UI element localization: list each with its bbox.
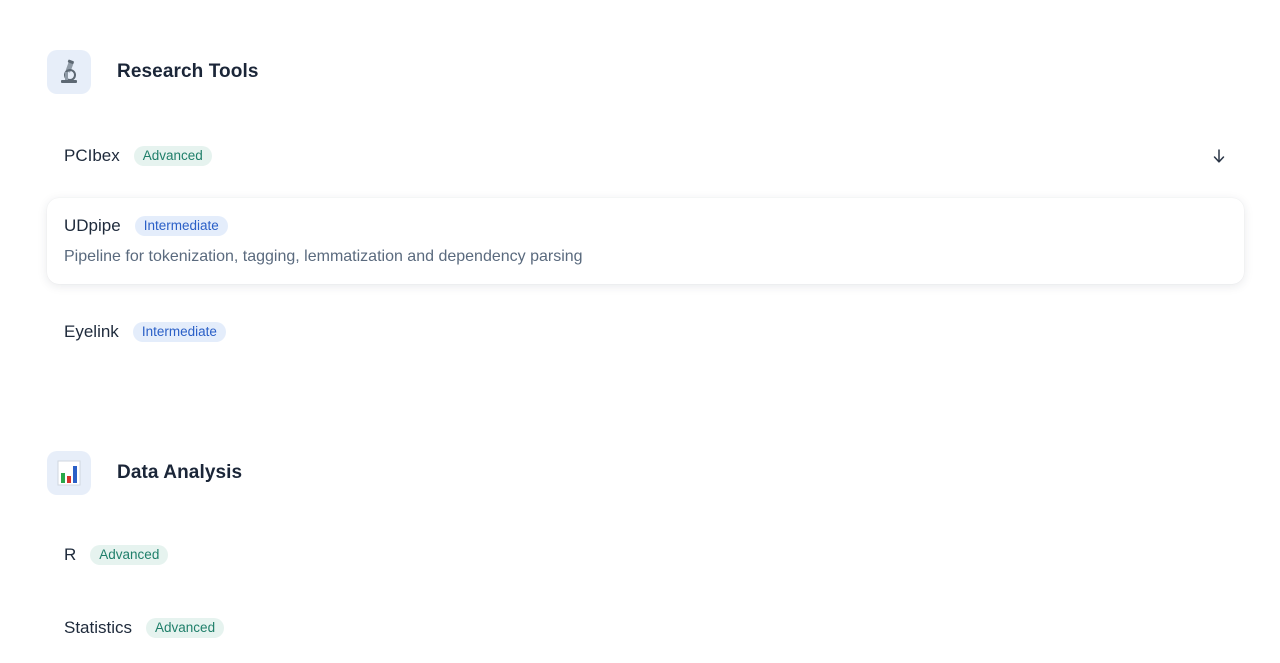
section-title: Data Analysis — [117, 462, 243, 483]
skill-item-r[interactable]: R Advanced — [47, 544, 1244, 566]
section-header: Research Tools — [47, 50, 1244, 94]
bar-chart-icon — [47, 451, 91, 495]
skill-name: R — [64, 545, 77, 564]
skill-level-badge: Advanced — [146, 618, 225, 638]
section-data-analysis: Data Analysis R Advanced Statistics Adva… — [47, 451, 1244, 663]
skill-item-eyelink[interactable]: Eyelink Intermediate — [47, 321, 1244, 343]
arrow-down-icon[interactable] — [1212, 145, 1226, 167]
section-title: Research Tools — [117, 61, 259, 82]
skill-item-pcibex[interactable]: PCIbex Advanced — [47, 145, 1244, 167]
section-research-tools: Research Tools PCIbex Advanced UDpipe In… — [47, 50, 1244, 350]
skill-name: Statistics — [64, 618, 133, 637]
skill-level-badge: Advanced — [133, 146, 212, 166]
skill-name: PCIbex — [64, 146, 120, 165]
skill-level-badge: Intermediate — [134, 216, 228, 236]
skill-item-statistics[interactable]: Statistics Advanced — [47, 617, 1244, 639]
section-header: Data Analysis — [47, 451, 1244, 495]
skills-page: Research Tools PCIbex Advanced UDpipe In… — [0, 0, 1280, 663]
skill-name: Eyelink — [64, 322, 119, 341]
skill-item-udpipe[interactable]: UDpipe Intermediate Pipeline for tokeniz… — [47, 198, 1244, 284]
skill-level-badge: Advanced — [90, 545, 169, 565]
skill-name: UDpipe — [64, 216, 121, 235]
skill-level-badge: Intermediate — [132, 322, 226, 342]
skill-description: Pipeline for tokenization, tagging, lemm… — [64, 248, 583, 265]
microscope-icon — [47, 50, 91, 94]
